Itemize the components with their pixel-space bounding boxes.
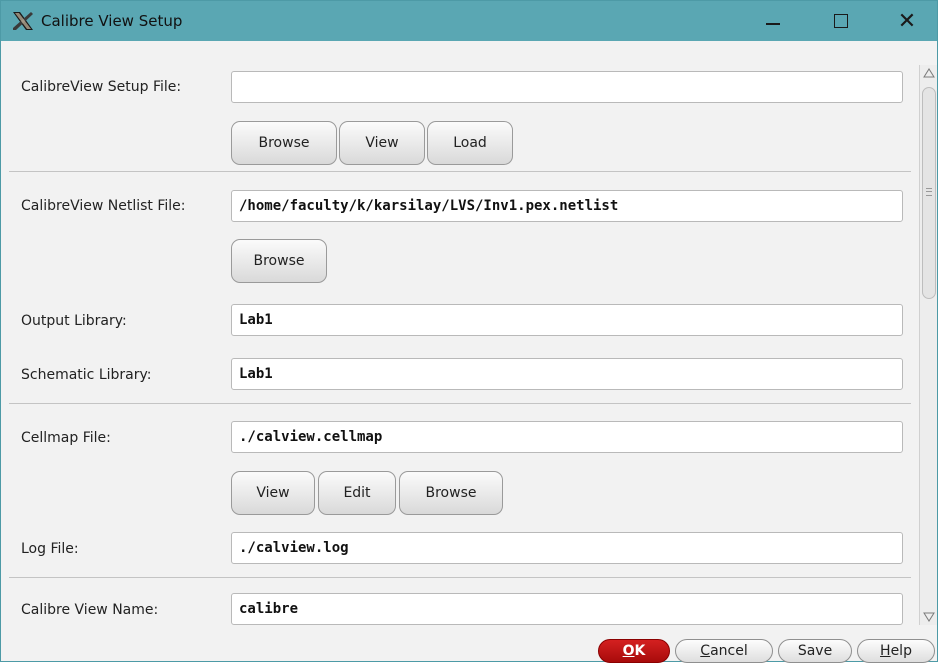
schematic-library-label: Schematic Library: [21, 367, 152, 383]
close-icon: ✕ [897, 8, 917, 34]
schematic-library-input[interactable]: Lab1 [231, 358, 903, 390]
setup-file-input[interactable] [231, 71, 903, 103]
x-logo-icon [13, 12, 33, 30]
cellmap-edit-button[interactable]: Edit [318, 471, 396, 515]
cancel-mnemonic: C [700, 643, 711, 659]
calibre-view-setup-window: Calibre View Setup ✕ CalibreView Setup F… [0, 0, 938, 663]
ok-label-rest: K [634, 643, 646, 659]
help-mnemonic: H [880, 643, 891, 659]
cellmap-file-input[interactable]: ./calview.cellmap [231, 421, 903, 453]
output-library-input[interactable]: Lab1 [231, 304, 903, 336]
view-name-input[interactable]: calibre [231, 593, 903, 625]
netlist-file-label: CalibreView Netlist File: [21, 198, 186, 214]
setup-form: CalibreView Setup File: Browse View Load… [1, 41, 919, 631]
section-divider [9, 577, 911, 578]
log-file-input[interactable]: ./calview.log [231, 532, 903, 564]
ok-button[interactable]: OK [598, 639, 670, 663]
section-divider [9, 403, 911, 404]
cancel-label-rest: ancel [710, 643, 748, 659]
scroll-down-arrow-icon[interactable] [923, 611, 935, 623]
cellmap-view-button[interactable]: View [231, 471, 315, 515]
cancel-button[interactable]: Cancel [675, 639, 773, 663]
save-button[interactable]: Save [778, 639, 852, 663]
grip-icon [926, 188, 932, 196]
ok-mnemonic: O [622, 643, 635, 659]
section-divider [9, 171, 911, 172]
log-file-label: Log File: [21, 541, 79, 557]
output-library-label: Output Library: [21, 313, 127, 329]
help-label-rest: elp [890, 643, 912, 659]
view-name-label: Calibre View Name: [21, 602, 159, 618]
help-button[interactable]: Help [857, 639, 935, 663]
scroll-up-arrow-icon[interactable] [923, 67, 935, 79]
setup-file-label: CalibreView Setup File: [21, 79, 182, 95]
maximize-button[interactable] [811, 1, 871, 41]
minimize-icon [766, 23, 780, 25]
scrollbar-thumb[interactable] [922, 87, 936, 299]
title-bar[interactable]: Calibre View Setup ✕ [1, 1, 937, 41]
setup-view-button[interactable]: View [339, 121, 425, 165]
setup-browse-button[interactable]: Browse [231, 121, 337, 165]
setup-load-button[interactable]: Load [427, 121, 513, 165]
netlist-file-input[interactable]: /home/faculty/k/karsilay/LVS/Inv1.pex.ne… [231, 190, 903, 222]
window-title: Calibre View Setup [41, 12, 183, 30]
netlist-browse-button[interactable]: Browse [231, 239, 327, 283]
cellmap-browse-button[interactable]: Browse [399, 471, 503, 515]
close-button[interactable]: ✕ [877, 1, 937, 41]
minimize-button[interactable] [743, 1, 803, 41]
maximize-icon [834, 14, 848, 28]
vertical-scrollbar[interactable] [919, 65, 937, 625]
cellmap-file-label: Cellmap File: [21, 430, 111, 446]
